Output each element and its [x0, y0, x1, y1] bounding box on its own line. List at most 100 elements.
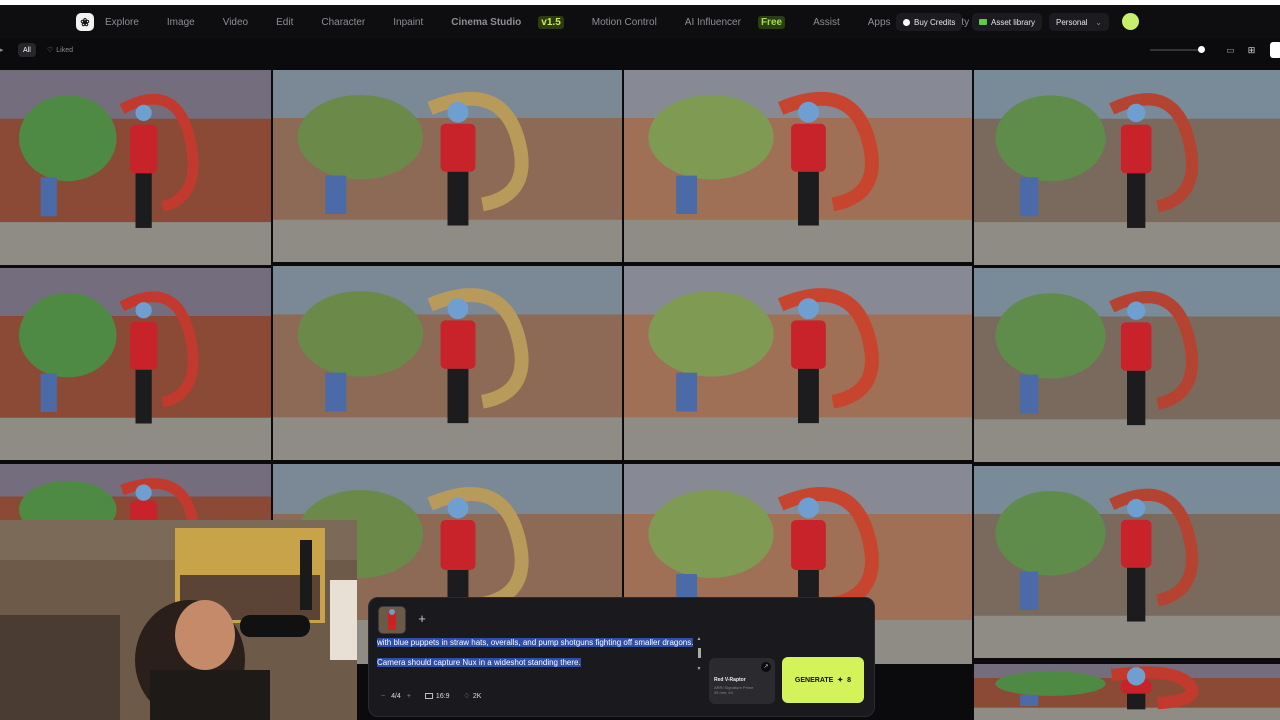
gallery-image-tile[interactable]: [624, 70, 972, 262]
nav-item-edit[interactable]: Edit: [276, 17, 307, 28]
webcam-overlay: [0, 520, 357, 720]
model-name: Red V-Raptor: [714, 677, 746, 683]
nav-item-image[interactable]: Image: [167, 17, 209, 28]
filter-liked-label: Liked: [56, 46, 74, 54]
nav-item-label: Video: [222, 16, 249, 28]
gallery-image-tile[interactable]: [974, 70, 1280, 265]
gallery-image-tile[interactable]: [0, 268, 271, 460]
gallery-image-tile[interactable]: [0, 70, 271, 265]
nav-item-label: Cinema Studio: [451, 16, 522, 28]
webcam-image: [0, 520, 357, 720]
filter-all-button[interactable]: All: [18, 43, 36, 57]
nav-item-label: Explore: [105, 16, 139, 28]
nav-item-label: Image: [166, 16, 195, 28]
asset-library-button[interactable]: Asset library: [972, 13, 1043, 31]
collapse-icon[interactable]: ▸: [0, 46, 4, 54]
generated-image: [273, 70, 622, 262]
workspace-select[interactable]: Personal ⌄: [1049, 13, 1109, 31]
heart-icon: ♡: [47, 47, 54, 54]
nav-badge: Free: [757, 15, 786, 29]
aspect-ratio-button[interactable]: 16:9: [424, 692, 450, 700]
prompt-textarea[interactable]: with blue puppets in straw hats, overall…: [377, 638, 695, 668]
scroll-thumb[interactable]: [697, 648, 701, 658]
nav-item-label: Apps: [867, 16, 891, 28]
generate-button[interactable]: GENERATE ✦ 8: [782, 657, 864, 703]
zoom-slider-knob[interactable]: [1198, 46, 1205, 53]
filter-liked-button[interactable]: ♡ Liked: [47, 43, 73, 57]
generated-image: [0, 268, 271, 460]
nav-item-label: Edit: [276, 16, 294, 28]
generated-image: [0, 70, 271, 265]
diamond-icon: ♢: [463, 693, 470, 700]
workspace-label: Personal: [1056, 17, 1088, 27]
generated-image: [624, 266, 972, 460]
generate-cost: 8: [847, 676, 852, 684]
main-nav: Explore Image Video Edit Character Inpaint Cin…: [105, 5, 997, 39]
zoom-slider[interactable]: [1150, 46, 1205, 53]
gallery-image-tile[interactable]: [974, 664, 1280, 720]
generated-image: [624, 70, 972, 262]
credit-icon: [903, 18, 910, 26]
nav-badge: v1.5: [538, 15, 564, 29]
generated-image: [273, 266, 622, 460]
prompt-line-2: Camera should capture Nux in a wideshot …: [377, 658, 581, 667]
prompt-composer: + with blue puppets in straw hats, overa…: [368, 597, 875, 717]
minus-icon[interactable]: −: [381, 693, 385, 700]
gallery-image-tile[interactable]: [624, 266, 972, 460]
nav-item-motion-control[interactable]: Motion Control: [592, 17, 671, 28]
top-navigation-bar: ❀ Explore Image Video Edit Character Inpaint C…: [0, 5, 1280, 39]
generated-image: [974, 268, 1280, 462]
prompt-scrollbar[interactable]: ▲ ▼: [696, 636, 702, 682]
grid-view-icon[interactable]: ⊞: [1246, 45, 1257, 56]
aspect-ratio-icon: [424, 693, 433, 699]
sparkle-icon: ✦: [837, 677, 844, 684]
chevron-down-icon: ⌄: [1095, 17, 1102, 27]
plus-icon[interactable]: +: [407, 693, 411, 700]
gallery-image-tile[interactable]: [273, 266, 622, 460]
generated-image: [974, 70, 1280, 265]
nav-item-label: Character: [321, 16, 366, 28]
resolution-value: 2K: [472, 692, 482, 700]
asset-library-label: Asset library: [991, 17, 1036, 27]
app-logo-icon[interactable]: ❀: [76, 13, 94, 31]
nav-item-character[interactable]: Character: [321, 17, 379, 28]
reference-image-thumbnail[interactable]: [378, 606, 406, 634]
filter-bar: ▸ All ♡ Liked ▭ ⊞: [0, 39, 1280, 62]
buy-credits-button[interactable]: Buy Credits: [896, 13, 963, 31]
model-options-icon[interactable]: ↗: [761, 662, 771, 672]
scroll-down-arrow-icon[interactable]: ▼: [696, 666, 702, 672]
camera-model-selector[interactable]: ↗ Red V-Raptor ARRI Signature Prime 35 m…: [709, 658, 775, 704]
gallery-image-tile[interactable]: [974, 268, 1280, 462]
folder-icon: [979, 19, 987, 25]
aspect-ratio-value: 16:9: [435, 692, 450, 700]
composer-controls: − 4/4 + 16:9 ♢ 2K: [381, 690, 481, 702]
count-value: 4/4: [391, 692, 401, 700]
model-lens: ARRI Signature Prime 35 mm, f/4: [714, 685, 754, 695]
scroll-up-arrow-icon[interactable]: ▲: [696, 636, 702, 642]
filter-all-label: All: [23, 46, 31, 54]
generated-image: [974, 664, 1280, 720]
nav-item-explore[interactable]: Explore: [105, 17, 153, 28]
nav-item-video[interactable]: Video: [223, 17, 262, 28]
prompt-line-1: with blue puppets in straw hats, overall…: [377, 638, 694, 647]
list-view-icon[interactable]: ▭: [1225, 45, 1236, 56]
resolution-button[interactable]: ♢ 2K: [463, 692, 482, 701]
buy-credits-label: Buy Credits: [914, 17, 956, 27]
nav-item-cinema-studio[interactable]: Cinema Studio v1.5: [451, 15, 577, 29]
generated-image: [974, 466, 1280, 658]
nav-item-ai-influencer[interactable]: AI Influencer Free: [684, 15, 799, 29]
nav-item-label: Assist: [813, 16, 840, 28]
generate-label: GENERATE: [794, 676, 834, 684]
gallery-image-tile[interactable]: [974, 466, 1280, 658]
nav-item-label: Motion Control: [591, 16, 657, 28]
nav-item-assist[interactable]: Assist: [813, 17, 854, 28]
reference-thumbnail-image: [379, 607, 405, 633]
nav-item-inpaint[interactable]: Inpaint: [393, 17, 437, 28]
side-panel-toggle[interactable]: [1270, 42, 1280, 58]
add-reference-button[interactable]: +: [414, 611, 430, 627]
user-avatar[interactable]: [1122, 13, 1139, 30]
nav-item-label: Inpaint: [393, 16, 424, 28]
count-stepper[interactable]: − 4/4 +: [381, 693, 411, 700]
gallery-image-tile[interactable]: [273, 70, 622, 262]
nav-item-label: AI Influencer: [684, 16, 741, 28]
